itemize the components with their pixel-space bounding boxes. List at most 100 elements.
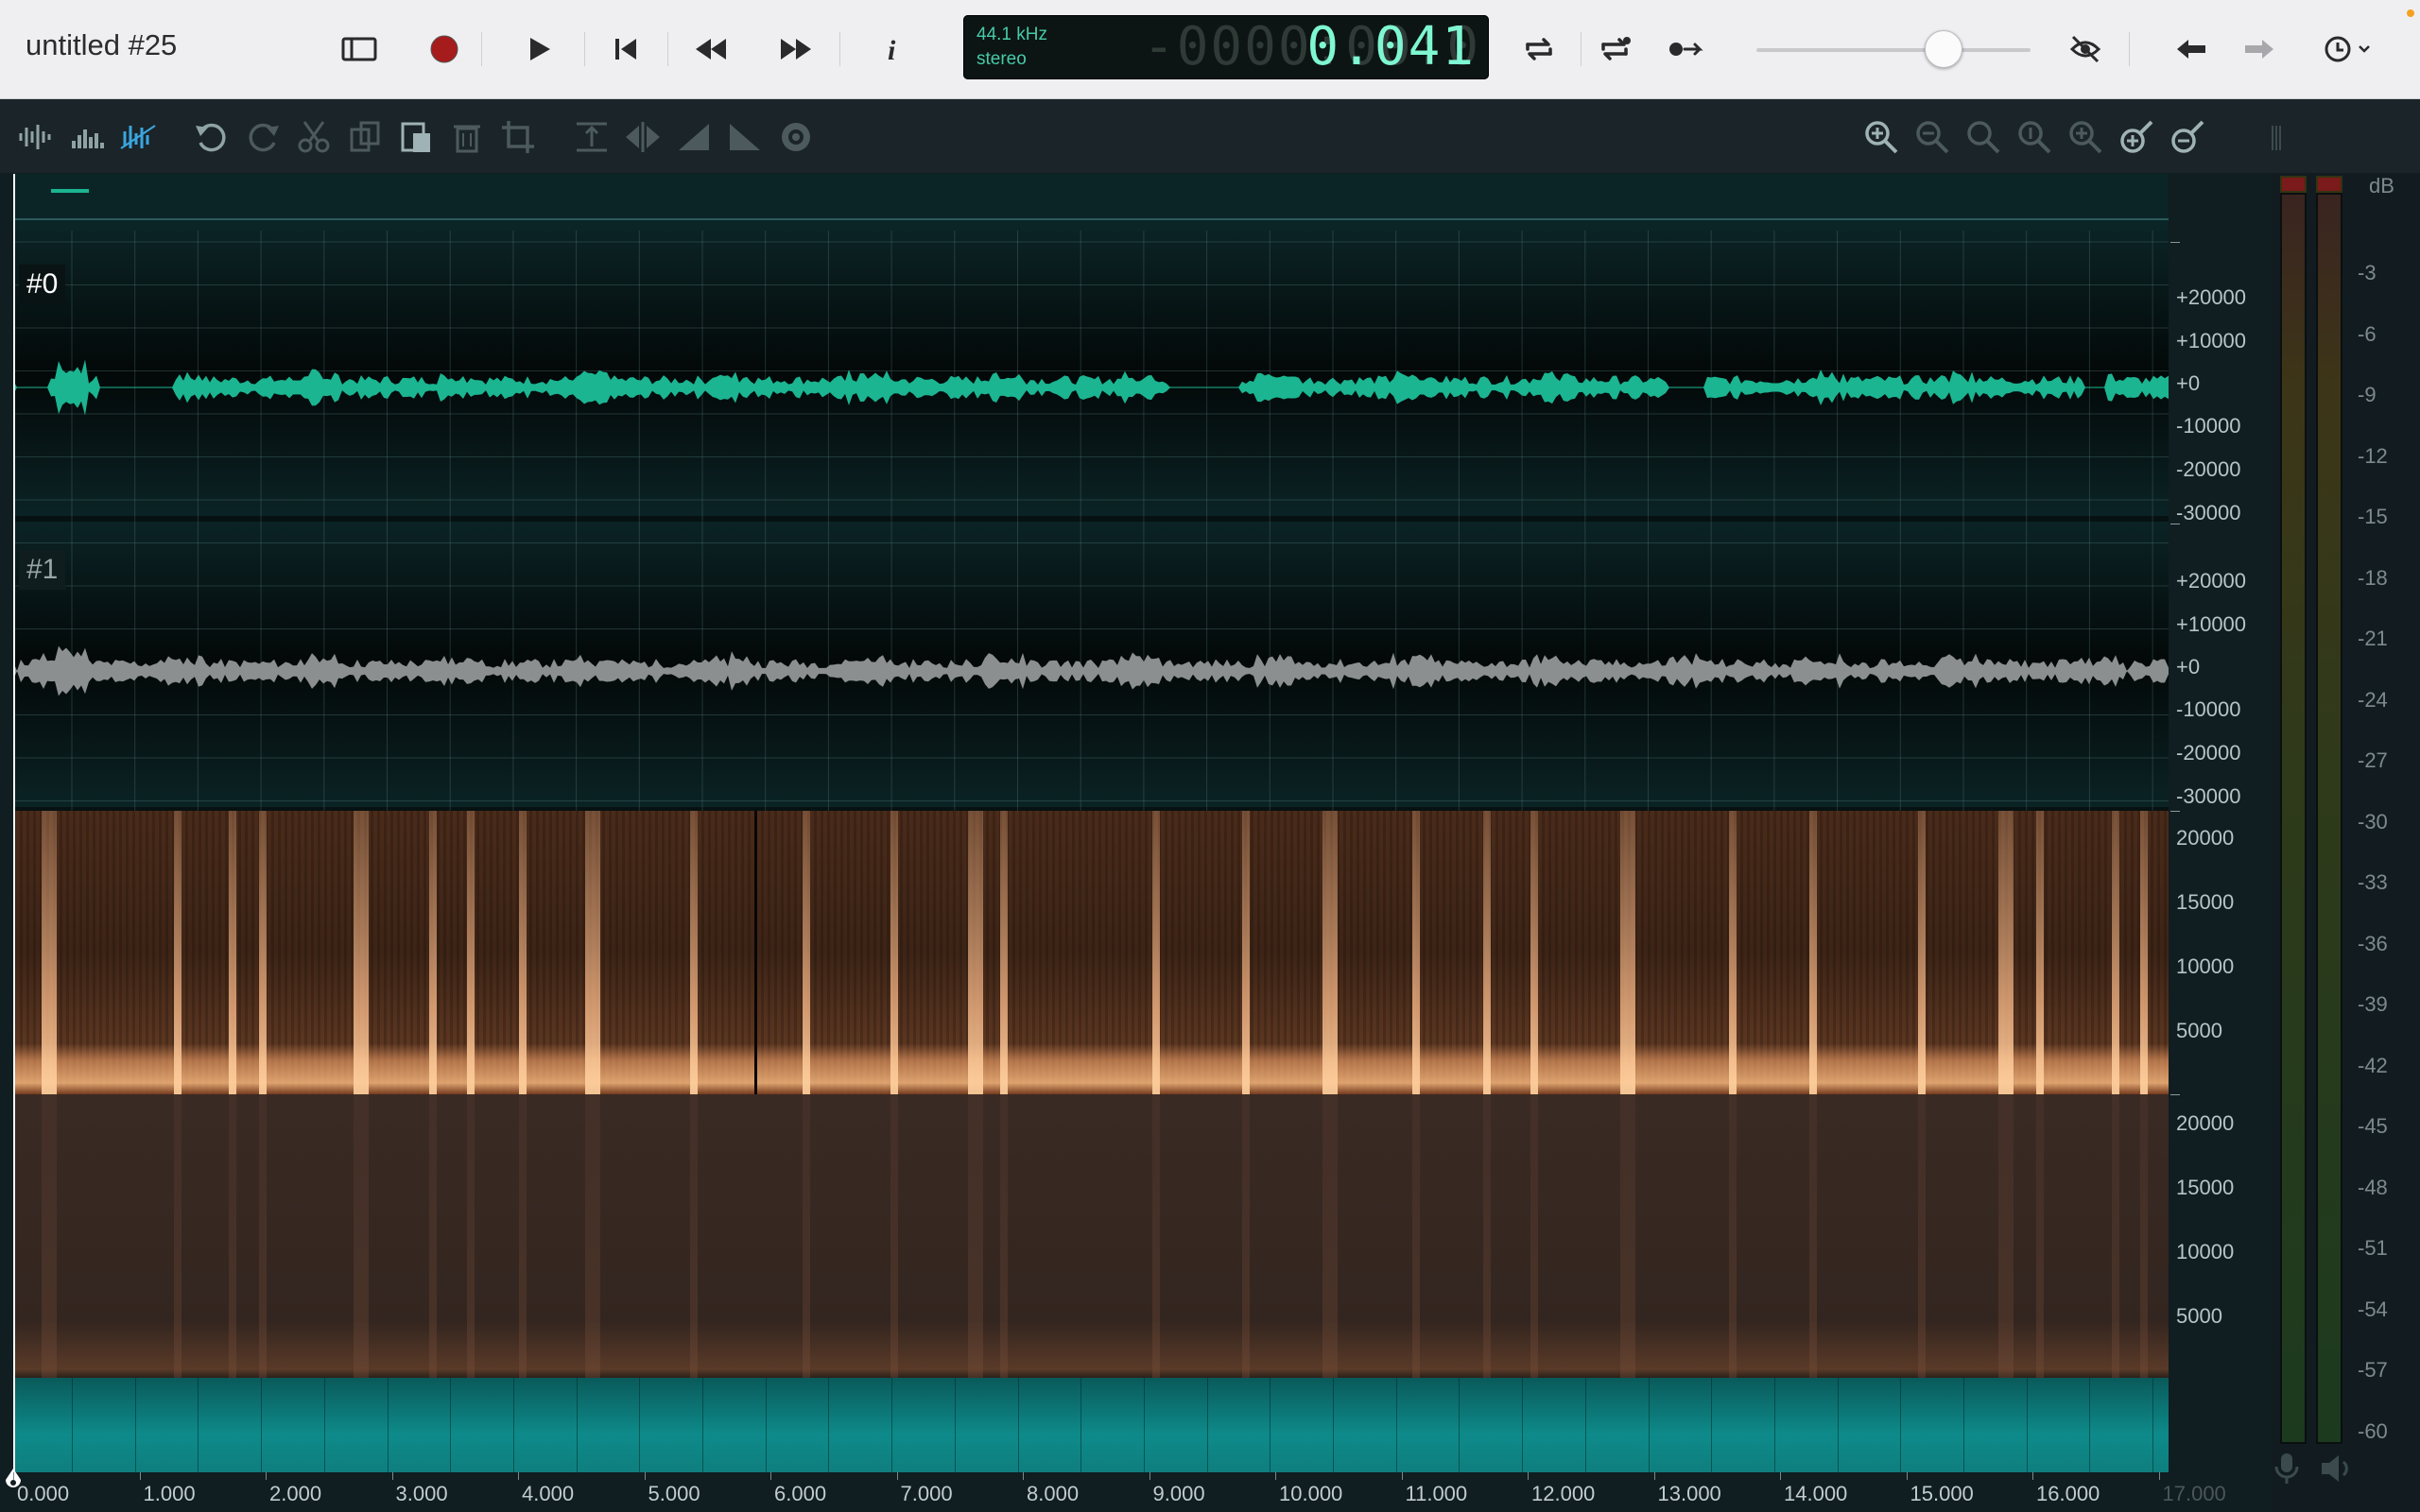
time-ruler[interactable]: 0.000 1.000 2.000 3.000 4.000 5.000 6.000 7.000… [6, 1469, 2226, 1512]
time-value: 0.041 [1306, 16, 1476, 77]
info-button[interactable]: i [868, 25, 917, 74]
zoom-out-button[interactable] [1911, 116, 1953, 158]
divider [481, 32, 482, 66]
track-1-label[interactable]: #1 [19, 550, 66, 590]
zoom-all-button[interactable] [2065, 116, 2106, 158]
redo-button[interactable] [242, 116, 284, 158]
grid-line [1711, 1378, 1713, 1472]
axis-label: -30000 [2176, 784, 2241, 808]
db-scale-label: -51 [2358, 1236, 2388, 1260]
axis-label: +20000 [2176, 285, 2247, 309]
time-tick [1780, 1472, 1781, 1480]
panel-resize-handle[interactable] [2256, 116, 2297, 158]
effects-button[interactable] [775, 116, 817, 158]
track-0-label[interactable]: #0 [19, 265, 66, 304]
rewind-button[interactable] [686, 25, 735, 74]
spectrogram-transient [354, 811, 369, 1094]
window-title: untitled #25 [26, 28, 178, 61]
time-tick [391, 1472, 393, 1480]
spectrogram-transient [890, 811, 898, 1094]
frequency-label: 15000 [2176, 890, 2235, 914]
spectrum-view-button[interactable] [66, 116, 108, 158]
time-tick [1653, 1472, 1655, 1480]
fast-forward-button[interactable] [771, 25, 821, 74]
spectrogram-transient [174, 1094, 182, 1378]
volume-slider-knob[interactable] [1925, 30, 1962, 68]
volume-slider[interactable] [1756, 48, 2031, 52]
skip-back-icon [615, 39, 636, 60]
spectrogram-transient [1729, 811, 1737, 1094]
time-tick [2158, 1472, 2160, 1480]
grip-icon [2272, 126, 2281, 150]
fade-in-button[interactable] [673, 116, 715, 158]
loop-selection-button[interactable] [1590, 25, 1639, 74]
axis-label: -20000 [2176, 741, 2241, 765]
back-button[interactable] [2167, 25, 2216, 74]
spectrogram-transient [690, 811, 698, 1094]
record-button[interactable] [420, 25, 469, 74]
fade-out-icon [730, 124, 760, 150]
forward-button[interactable] [2235, 25, 2284, 74]
time-tick [266, 1472, 267, 1480]
grid-line [1333, 1378, 1334, 1472]
vertical-zoom-in-icon [2120, 120, 2153, 153]
spectrogram-channel-0[interactable] [13, 811, 2169, 1094]
copy-button[interactable] [344, 116, 386, 158]
zoom-selection-button[interactable] [2014, 116, 2055, 158]
spectrogram-transient [1152, 811, 1160, 1094]
insert-icon [577, 122, 607, 152]
history-icon [2325, 36, 2370, 62]
rewind-icon [696, 39, 726, 60]
overview-strip[interactable] [13, 174, 2169, 232]
playhead-follow-button[interactable] [1662, 25, 1711, 74]
insert-silence-button[interactable] [571, 116, 613, 158]
clip-indicator-right[interactable] [2316, 176, 2342, 193]
zoom-out-icon [1916, 121, 1949, 154]
grid-line [576, 1378, 578, 1472]
crop-button[interactable] [497, 116, 539, 158]
spectrogram-transient [1412, 1094, 1420, 1378]
vertical-zoom-in-button[interactable] [2116, 116, 2157, 158]
paste-button[interactable] [395, 116, 437, 158]
db-scale-label: -12 [2358, 443, 2388, 468]
grid-line [639, 1378, 641, 1472]
grid-line [1017, 1378, 1019, 1472]
db-scale-label: -6 [2358, 321, 2377, 346]
fade-out-button[interactable] [724, 116, 766, 158]
time-tick [1275, 1472, 1276, 1480]
hide-button[interactable] [2061, 25, 2110, 74]
microphone-button[interactable] [2271, 1450, 2303, 1492]
spectrogram-transient [1000, 1094, 1008, 1378]
time-tick [13, 1472, 14, 1480]
undo-button[interactable] [191, 116, 233, 158]
play-button[interactable] [514, 25, 563, 74]
timeline-scrub-bar[interactable] [13, 1378, 2169, 1472]
spectrogram-transient [803, 1094, 810, 1378]
divider [584, 32, 585, 66]
spectrogram-transient [519, 811, 527, 1094]
delete-button[interactable] [446, 116, 488, 158]
zoom-in-button[interactable] [1860, 116, 1902, 158]
history-button[interactable] [2322, 25, 2371, 74]
grid-line [198, 1378, 199, 1472]
loop-button[interactable] [1514, 25, 1564, 74]
cut-button[interactable] [293, 116, 335, 158]
trash-icon [454, 125, 480, 153]
spectrogram-channel-1[interactable] [13, 1094, 2169, 1378]
speaker-button[interactable] [2318, 1452, 2356, 1490]
vertical-zoom-out-button[interactable] [2167, 116, 2208, 158]
waveform-view-button[interactable] [15, 116, 57, 158]
spectrogram-transient [1412, 811, 1420, 1094]
clip-indicator-left[interactable] [2280, 176, 2307, 193]
sidebar-toggle-button[interactable] [335, 25, 384, 74]
spectrogram-transient [690, 1094, 698, 1378]
playhead-cursor[interactable] [13, 174, 15, 1472]
time-tick [2032, 1472, 2033, 1480]
editor-area[interactable]: #0 #1 [13, 174, 2169, 1472]
combined-view-button[interactable] [117, 116, 159, 158]
reverse-button[interactable] [622, 116, 664, 158]
redo-icon [249, 123, 279, 152]
go-to-start-button[interactable] [601, 25, 650, 74]
zoom-fit-button[interactable] [1962, 116, 2004, 158]
spectrum-icon [72, 129, 104, 148]
